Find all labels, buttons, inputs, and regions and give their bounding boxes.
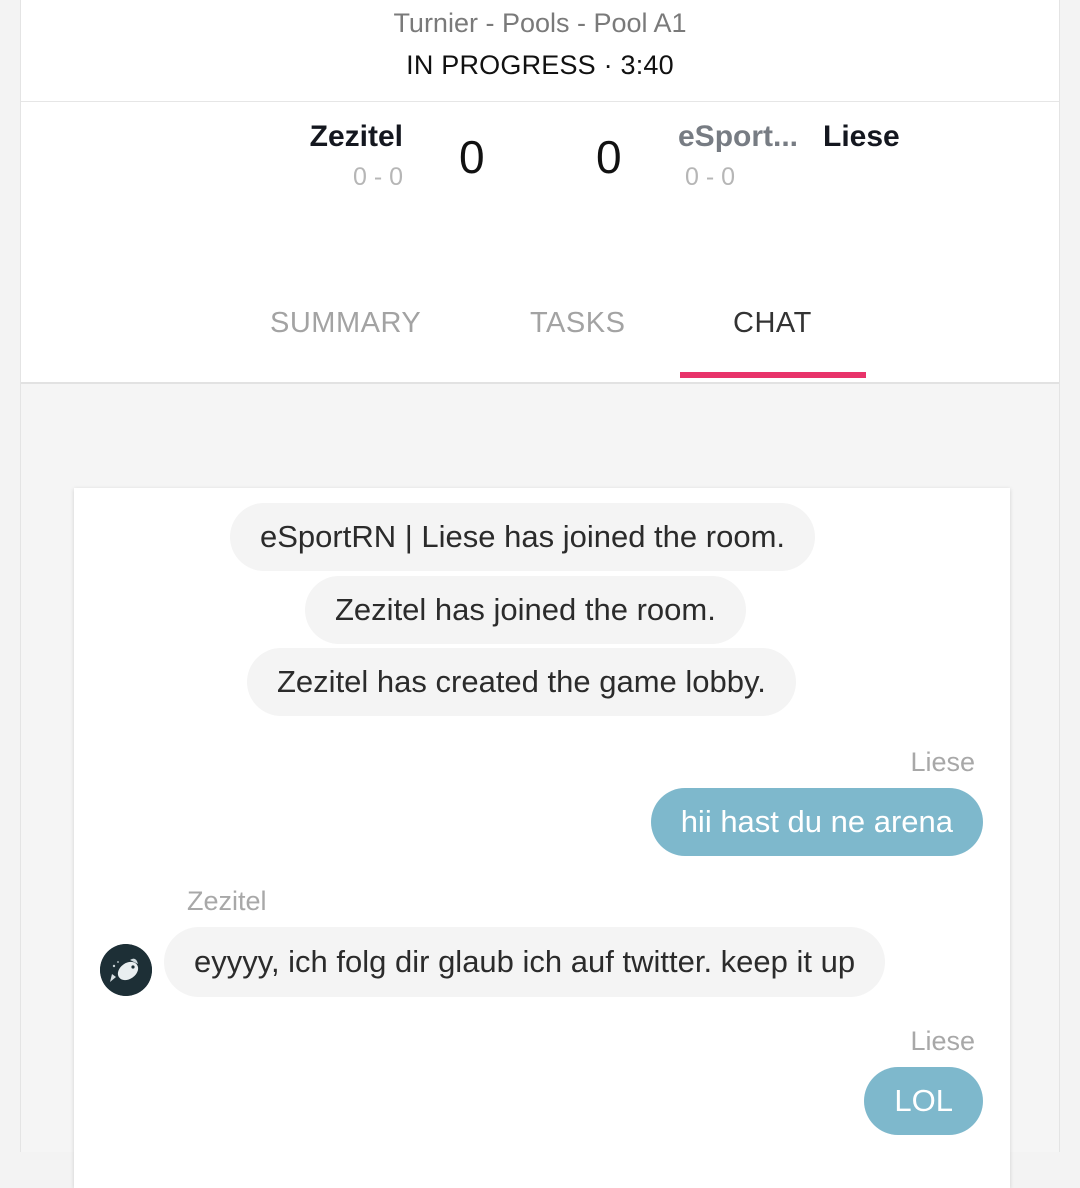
outgoing-message[interactable]: hii hast du ne arena (650, 788, 983, 856)
match-status: IN PROGRESS · 3:40 (406, 50, 674, 80)
team-right-record: 0 - 0 (685, 163, 736, 191)
team-left-score: 0 (459, 131, 485, 183)
team-right-name[interactable]: Liese (823, 120, 900, 154)
incoming-message[interactable]: eyyyy, ich folg dir glaub ich auf twitte… (164, 927, 886, 997)
team-right-tag[interactable]: eSport... (678, 120, 798, 154)
system-message: eSportRN | Liese has joined the room. (230, 503, 816, 571)
bracket-path[interactable]: Turnier - Pools - Pool A1 (21, 8, 1059, 39)
system-message: Zezitel has joined the room. (305, 576, 746, 644)
team-left-record: 0 - 0 (352, 163, 403, 191)
fish-avatar-graphic (100, 944, 152, 996)
tab-summary[interactable]: SUMMARY (270, 307, 421, 340)
tab-tasks[interactable]: TASKS (530, 307, 625, 340)
fish-avatar-icon[interactable] (100, 944, 152, 996)
scoreboard: Zezitel 0 - 0 0 0 eSport... Liese 0 - 0 … (21, 102, 1059, 384)
match-header: Turnier - Pools - Pool A1 IN PROGRESS · … (21, 0, 1059, 102)
tab-chat[interactable]: CHAT (733, 307, 812, 340)
active-tab-indicator (680, 372, 866, 378)
message-sender: Liese (910, 747, 975, 777)
system-message: Zezitel has created the game lobby. (247, 648, 796, 716)
message-sender: Liese (910, 1026, 975, 1056)
message-sender: Zezitel (187, 886, 267, 916)
team-right-score: 0 (596, 131, 622, 183)
outgoing-message[interactable]: LOL (864, 1067, 983, 1135)
team-left-name[interactable]: Zezitel (310, 120, 403, 154)
match-page: Turnier - Pools - Pool A1 IN PROGRESS · … (20, 0, 1060, 1188)
chat-panel: eSportRN | Liese has joined the room. Ze… (74, 488, 1010, 1188)
